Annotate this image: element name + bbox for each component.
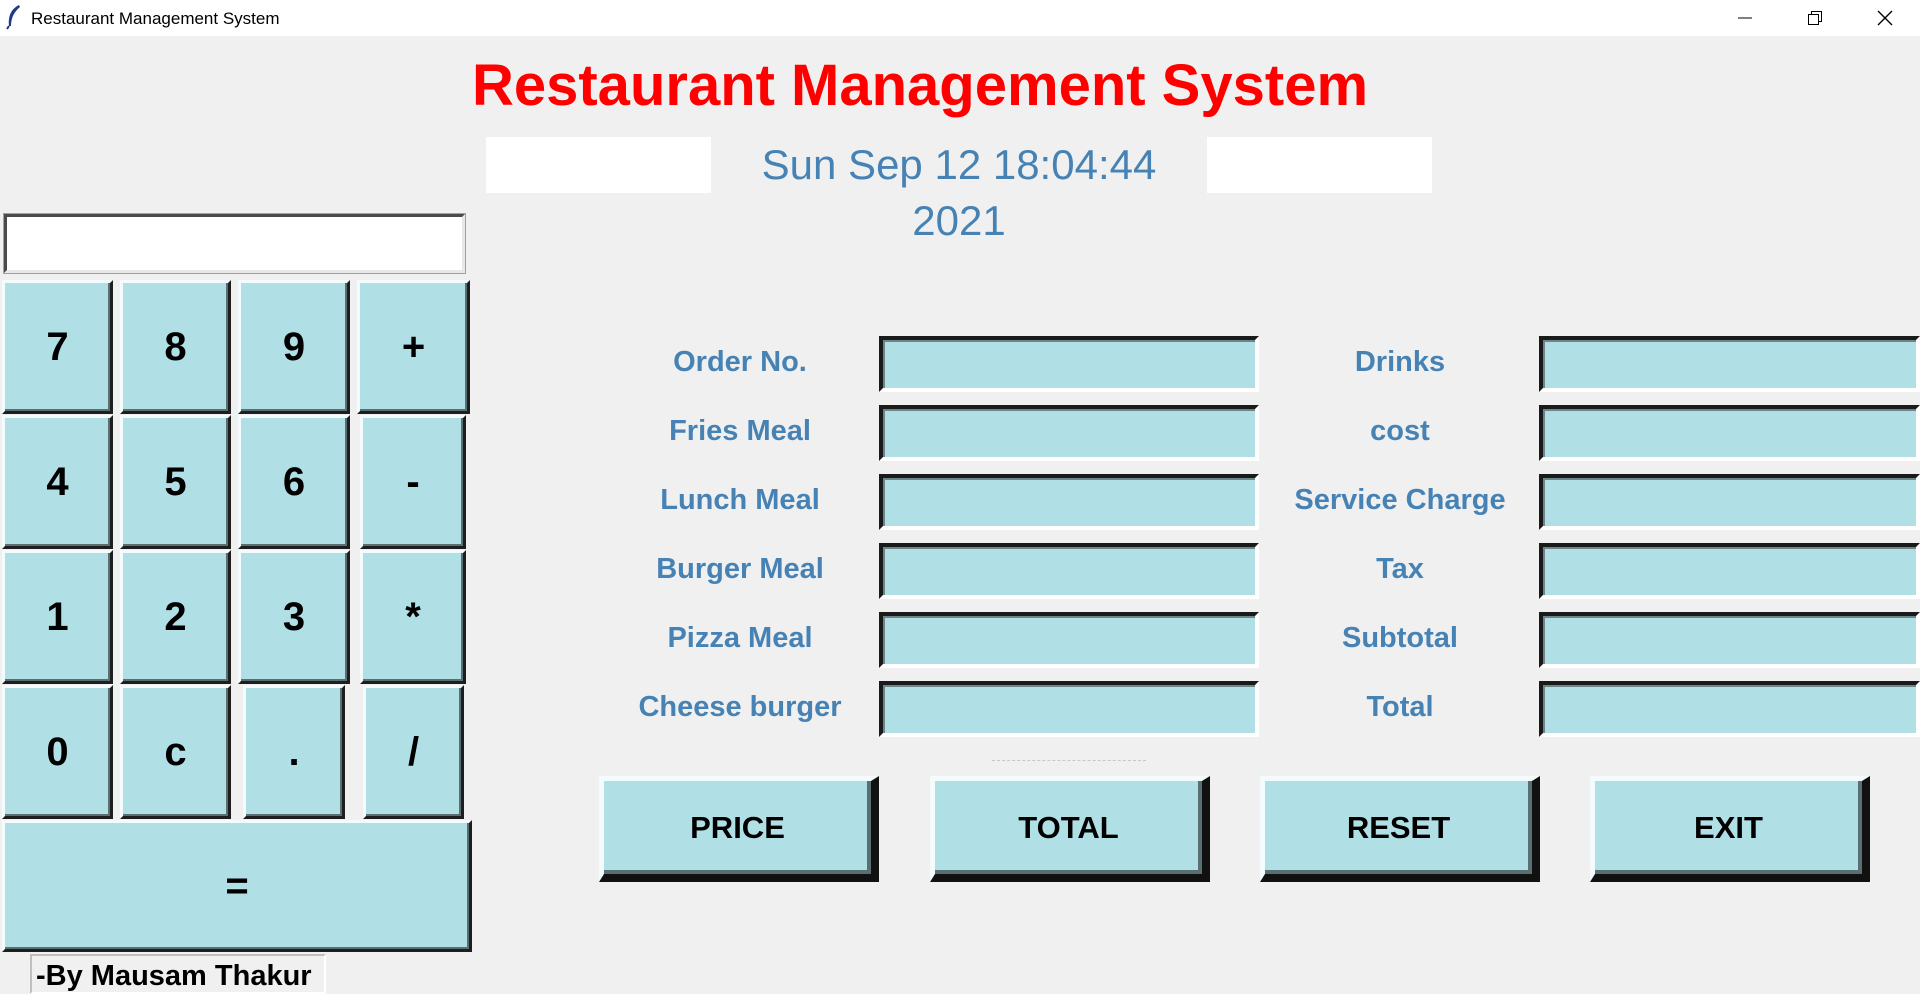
price-button[interactable]: PRICE (599, 776, 879, 882)
order-no-input[interactable] (879, 336, 1259, 392)
calc-key-minus[interactable]: - (360, 415, 466, 549)
calc-key-multiply[interactable]: * (360, 550, 466, 684)
cheese-burger-input[interactable] (879, 681, 1259, 737)
label-cheese-burger: Cheese burger (638, 691, 842, 723)
label-tax: Tax (1376, 553, 1424, 585)
calc-key-equals[interactable]: = (2, 820, 472, 952)
fries-meal-input[interactable] (879, 405, 1259, 461)
exit-button[interactable]: EXIT (1590, 776, 1870, 882)
calc-key-4[interactable]: 4 (2, 415, 113, 549)
service-charge-input[interactable] (1539, 474, 1920, 530)
label-lunch-meal: Lunch Meal (660, 484, 820, 516)
calc-key-2[interactable]: 2 (120, 550, 231, 684)
label-total: Total (1366, 691, 1434, 723)
label-fries-meal: Fries Meal (669, 415, 811, 447)
window-title: Restaurant Management System (31, 9, 280, 28)
calc-key-clear[interactable]: c (120, 685, 231, 819)
datetime-label: Sun Sep 12 18:04:44 2021 (711, 137, 1207, 244)
restore-button[interactable] (1780, 0, 1850, 36)
label-drinks: Drinks (1354, 346, 1446, 378)
focus-indicator (992, 760, 1146, 761)
calc-key-8[interactable]: 8 (120, 280, 231, 414)
label-order-no: Order No. (673, 346, 807, 378)
restore-icon (1808, 11, 1822, 25)
calc-key-6[interactable]: 6 (238, 415, 350, 549)
label-pizza-meal: Pizza Meal (667, 622, 813, 654)
window-titlebar: Restaurant Management System (0, 0, 1920, 36)
author-credit: -By Mausam Thakur (30, 954, 326, 994)
calc-key-9[interactable]: 9 (238, 280, 350, 414)
total-button[interactable]: TOTAL (930, 776, 1210, 882)
page-title: Restaurant Management System (0, 52, 1880, 120)
close-button[interactable] (1850, 0, 1920, 36)
reset-button[interactable]: RESET (1260, 776, 1540, 882)
label-cost: cost (1370, 415, 1430, 447)
calc-key-5[interactable]: 5 (120, 415, 231, 549)
close-icon (1877, 10, 1893, 26)
label-service-charge: Service Charge (1294, 484, 1506, 516)
feather-icon (6, 5, 20, 30)
label-subtotal: Subtotal (1342, 622, 1458, 654)
calc-key-3[interactable]: 3 (238, 550, 350, 684)
total-input[interactable] (1539, 681, 1920, 737)
calc-key-0[interactable]: 0 (2, 685, 113, 819)
calc-key-1[interactable]: 1 (2, 550, 113, 684)
calc-key-plus[interactable]: + (357, 280, 470, 414)
calc-key-decimal[interactable]: . (243, 685, 345, 819)
calculator-display[interactable] (3, 213, 466, 274)
label-burger-meal: Burger Meal (656, 553, 824, 585)
minimize-icon (1738, 17, 1752, 19)
calc-key-divide[interactable]: / (363, 685, 464, 819)
pizza-meal-input[interactable] (879, 612, 1259, 668)
calc-key-7[interactable]: 7 (2, 280, 113, 414)
cost-input[interactable] (1539, 405, 1920, 461)
minimize-button[interactable] (1710, 0, 1780, 36)
lunch-meal-input[interactable] (879, 474, 1259, 530)
subtotal-input[interactable] (1539, 612, 1920, 668)
drinks-input[interactable] (1539, 336, 1920, 392)
burger-meal-input[interactable] (879, 543, 1259, 599)
page-title-text: Restaurant Management System (471, 53, 1369, 118)
tax-input[interactable] (1539, 543, 1920, 599)
